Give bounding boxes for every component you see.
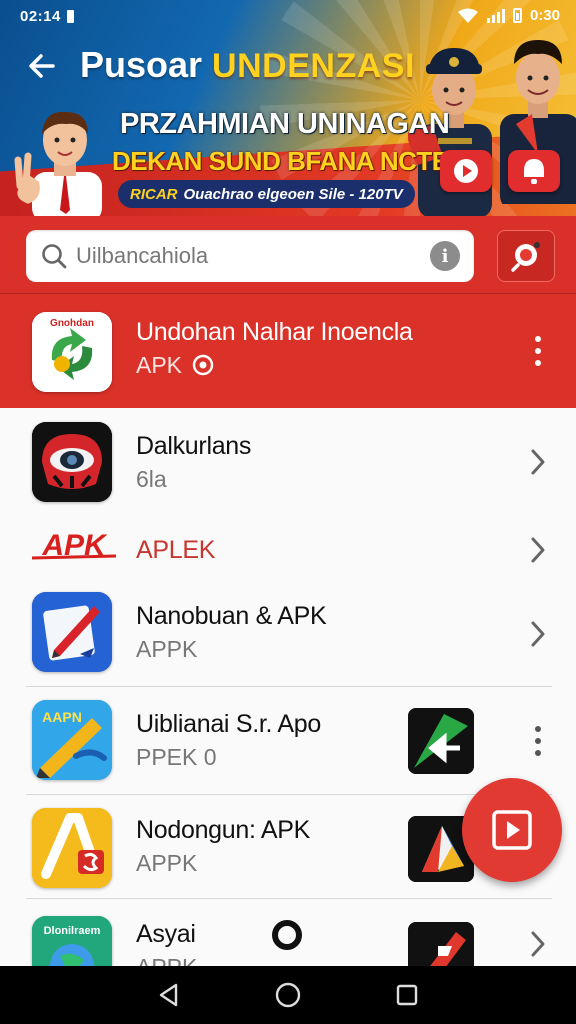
student-illustration (14, 111, 102, 216)
app-subtitle: PPEK 0 (136, 744, 217, 770)
chevron-right-icon (531, 931, 545, 957)
notification-icon (66, 9, 74, 23)
system-nav-bar (0, 966, 576, 1024)
search-bar-container: i (0, 216, 576, 294)
visual-search-button[interactable] (497, 230, 555, 282)
app-title: Dalkurlans (136, 432, 252, 460)
kebab-dot-icon (535, 336, 541, 342)
search-input[interactable] (76, 243, 430, 269)
chevron-right-icon (531, 537, 545, 563)
apk-logo: APK (30, 526, 120, 566)
featured-app-subtitle-text: APK (136, 352, 183, 378)
back-triangle-icon (160, 983, 178, 1007)
banner-headline: PRZAHMIAN UNINAGAN (120, 108, 450, 140)
play-square-icon (492, 810, 532, 850)
page-title: Pusoar UNDENZASI (80, 44, 415, 86)
play-icon (454, 159, 478, 183)
home-circle-icon (275, 982, 301, 1008)
nav-recents-button[interactable] (387, 975, 427, 1015)
promo-banner: 02:14 0:30 Pusoar UNDENZASI PRZAHMIAN UN… (0, 0, 576, 216)
banner-play-button[interactable] (440, 150, 492, 192)
camera-search-icon (511, 242, 540, 272)
kebab-dot-icon (535, 738, 541, 744)
kebab-dot-icon (535, 726, 541, 732)
featured-more-menu-button[interactable] (534, 336, 542, 366)
search-box[interactable]: i (26, 230, 474, 282)
app-icon-letter-a (32, 808, 112, 888)
recycle-arrows-icon: Gnohdan (32, 312, 112, 392)
divider (26, 794, 552, 795)
search-icon (42, 244, 67, 269)
app-subtitle: APPK (136, 636, 198, 662)
pencil-icon: AAPN (32, 700, 112, 780)
featured-app-icon-label: Gnohdan (50, 318, 94, 329)
app-icon-pen (32, 592, 112, 672)
chevron-right-icon (531, 449, 545, 475)
app-icon-globe: Dlonilraem (32, 916, 112, 966)
apk-logo-icon: APK (31, 529, 117, 562)
globe-icon: Dlonilraem (32, 916, 112, 966)
kebab-dot-icon (535, 750, 541, 756)
arrow-left-icon (29, 54, 55, 78)
wifi-icon (457, 8, 478, 23)
app-title: Nanobuan & APK (136, 602, 327, 630)
pen-paper-icon (32, 592, 112, 672)
apk-logo-text: APK (41, 529, 108, 562)
banner-pill-tag: RICAR (130, 185, 178, 203)
nav-back-button[interactable] (149, 975, 189, 1015)
app-title: Nodongun: APK (136, 816, 311, 844)
featured-app-icon: Gnohdan (32, 312, 112, 392)
helmet-eye-icon (32, 422, 112, 502)
app-thumbnail (408, 922, 474, 966)
app-subtitle: APPK (136, 850, 198, 876)
green-arrow-icon (408, 708, 474, 774)
more-menu-button[interactable] (534, 726, 542, 756)
nav-home-button[interactable] (268, 975, 308, 1015)
back-button[interactable] (22, 46, 62, 86)
page-title-main: Pusoar (80, 44, 203, 85)
floating-action-button[interactable] (462, 778, 562, 882)
banner-subheadline: DEKAN SUND BFANA NCTERN (112, 146, 486, 176)
kebab-dot-icon (535, 360, 541, 366)
app-icon-pencil: AAPN (32, 700, 112, 780)
app-thumbnail (408, 708, 474, 774)
red-slash-icon (408, 922, 474, 966)
list-item[interactable]: AAPN Uiblianai S.r. Apo PPEK 0 (0, 688, 576, 796)
banner-pill: RICAR Ouachrao elgeoen Sile - 120TV (118, 180, 415, 208)
divider (26, 898, 552, 899)
app-subtitle: 6la (136, 466, 167, 492)
ring-icon (272, 920, 302, 950)
letter-a-icon (32, 808, 112, 888)
app-title: Uiblianai S.r. Apo (136, 710, 321, 738)
kebab-dot-icon (535, 348, 541, 354)
app-subtitle: APPK (136, 954, 197, 966)
app-title: APLEK (136, 536, 216, 564)
pencil-icon-label: AAPN (42, 709, 82, 725)
list-item[interactable]: APK APLEK (0, 518, 576, 582)
info-icon[interactable]: i (430, 241, 460, 271)
globe-icon-label: Dlonilraem (44, 925, 101, 937)
featured-app-row[interactable]: Gnohdan Undohan Nalhar Inoencla APK (0, 294, 576, 408)
page-title-accent: UNDENZASI (212, 47, 415, 85)
featured-app-subtitle: APK (136, 352, 214, 379)
status-time: 02:14 (20, 7, 61, 25)
banner-pill-text: Ouachrao elgeoen Sile - 120TV (183, 185, 403, 203)
chevron-right-icon (531, 621, 545, 647)
banner-alert-button[interactable] (508, 150, 560, 192)
app-icon-helmet (32, 422, 112, 502)
list-item[interactable]: Nanobuan & APK APPK (0, 582, 576, 688)
bell-icon (524, 159, 544, 184)
divider (26, 686, 552, 687)
verified-badge-icon (193, 354, 214, 376)
list-item[interactable]: Dalkurlans 6la (0, 408, 576, 518)
recents-square-icon (396, 984, 417, 1006)
app-title: Asyai (136, 920, 196, 948)
featured-app-title: Undohan Nalhar Inoencla (136, 318, 413, 346)
